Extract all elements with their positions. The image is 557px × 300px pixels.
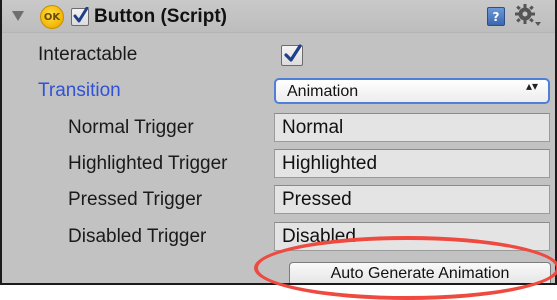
highlighted-trigger-label: Highlighted Trigger — [68, 153, 228, 174]
gear-icon[interactable] — [514, 3, 542, 29]
interactable-checkbox[interactable] — [281, 44, 303, 66]
help-book-icon[interactable]: ? — [487, 7, 505, 26]
pressed-trigger-label: Pressed Trigger — [68, 189, 203, 210]
checkmark-icon — [284, 44, 302, 62]
transition-label: Transition — [38, 80, 121, 101]
ok-icon: OK — [40, 5, 64, 29]
component-enabled-checkbox[interactable] — [71, 7, 89, 26]
auto-generate-animation-button[interactable]: Auto Generate Animation — [289, 262, 551, 283]
inspector-panel: OK Button (Script) ? Interactable Transi… — [0, 0, 557, 285]
highlighted-trigger-field[interactable]: Highlighted — [274, 149, 550, 178]
dropdown-arrows-icon: ▴▾ — [525, 79, 538, 93]
pressed-trigger-field[interactable]: Pressed — [274, 185, 550, 214]
component-header: OK Button (Script) ? — [2, 0, 555, 33]
transition-dropdown[interactable]: Animation ▴▾ — [274, 78, 550, 104]
normal-trigger-label: Normal Trigger — [68, 117, 194, 138]
normal-trigger-field[interactable]: Normal — [274, 113, 550, 142]
disabled-trigger-label: Disabled Trigger — [68, 226, 207, 247]
transition-selected-value: Animation — [287, 83, 359, 100]
component-title: Button (Script) — [94, 6, 227, 27]
interactable-label: Interactable — [38, 44, 138, 65]
help-glyph: ? — [492, 9, 500, 24]
checkmark-icon — [73, 7, 89, 23]
disabled-trigger-field[interactable]: Disabled — [274, 222, 550, 251]
fold-arrow-icon[interactable] — [12, 11, 24, 21]
ok-badge-text: OK — [43, 11, 61, 23]
